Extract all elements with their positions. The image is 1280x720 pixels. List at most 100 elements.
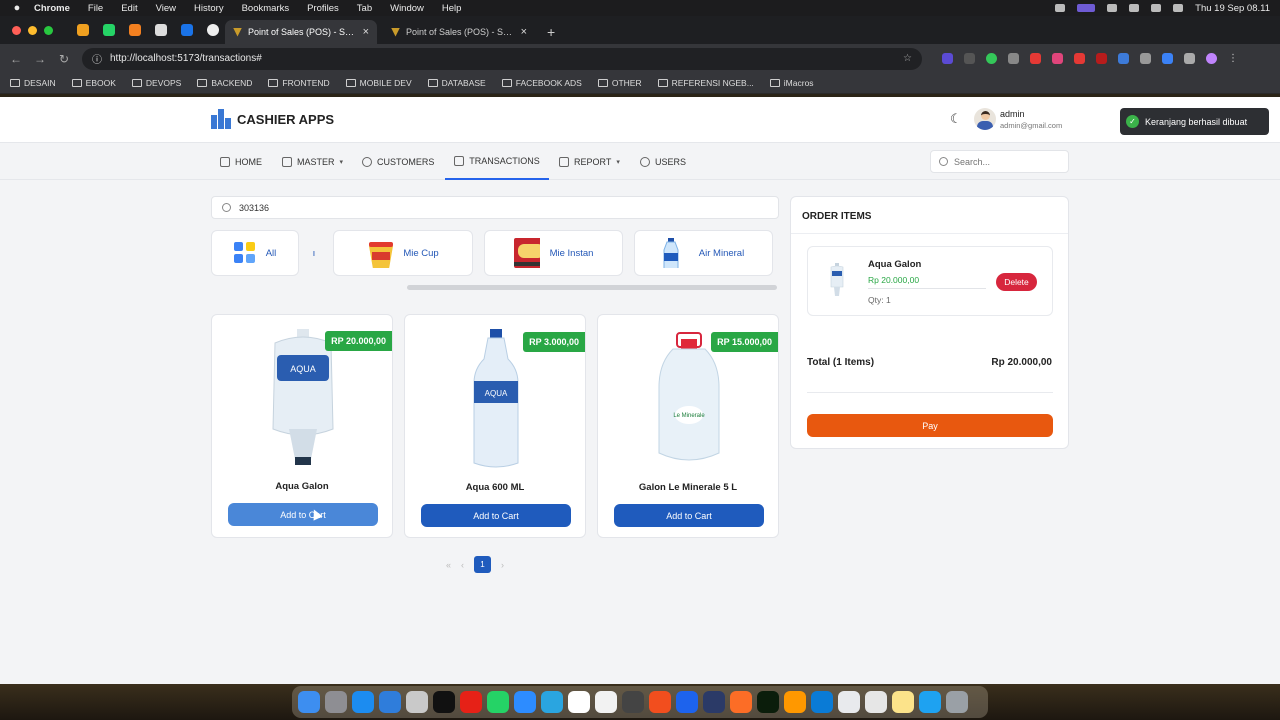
close-tab-icon[interactable]: × <box>363 26 369 38</box>
pinned-tab-analytics-icon[interactable] <box>77 24 89 36</box>
bookmark-folder[interactable]: EBOOK <box>71 78 116 88</box>
add-to-cart-button[interactable]: Add to Cart <box>421 504 571 527</box>
category-all[interactable]: All <box>211 230 299 276</box>
pinned-tab-cloudflare-icon[interactable] <box>129 24 141 36</box>
menu-app[interactable]: Chrome <box>34 3 70 14</box>
more-icon[interactable] <box>1107 4 1118 12</box>
app-logo[interactable]: CASHIER APPS <box>211 109 334 129</box>
chrome-icon[interactable] <box>838 691 860 713</box>
control-center-icon[interactable] <box>1173 4 1184 12</box>
apple-icon[interactable]: ● <box>0 2 34 14</box>
extension-icon[interactable] <box>964 53 975 64</box>
zoom-window-icon[interactable] <box>44 25 53 35</box>
menu-profiles[interactable]: Profiles <box>307 3 339 14</box>
textedit-icon[interactable] <box>865 691 887 713</box>
ublock-icon[interactable] <box>1096 53 1107 64</box>
category-partial[interactable]: ı <box>307 230 321 276</box>
extensions-puzzle-icon[interactable] <box>1184 53 1195 64</box>
bookmark-folder[interactable]: BACKEND <box>197 78 252 88</box>
forward-icon[interactable]: → <box>28 52 52 66</box>
sublime-icon[interactable] <box>784 691 806 713</box>
bookmark-folder[interactable]: iMacros <box>769 78 814 88</box>
vscode-icon[interactable] <box>811 691 833 713</box>
tab-pos-2[interactable]: Point of Sales (POS) - Santri × <box>383 20 535 44</box>
screen-icon[interactable] <box>1077 4 1096 12</box>
typora-icon[interactable] <box>595 691 617 713</box>
reload-icon[interactable]: ↻ <box>52 52 76 66</box>
app-store-icon[interactable] <box>352 691 374 713</box>
launchpad-icon[interactable] <box>325 691 347 713</box>
menu-edit[interactable]: Edit <box>121 3 137 14</box>
chrome-menu-icon[interactable]: ⋮ <box>1228 53 1239 64</box>
extension-icon[interactable] <box>1008 53 1019 64</box>
site-info-icon[interactable]: ⓘ <box>92 51 102 66</box>
minimize-window-icon[interactable] <box>28 25 37 35</box>
notes-icon[interactable] <box>892 691 914 713</box>
pay-button[interactable]: Pay <box>807 414 1053 437</box>
zoom-icon[interactable] <box>514 691 536 713</box>
profile-avatar-icon[interactable] <box>1206 53 1217 64</box>
menu-view[interactable]: View <box>156 3 176 14</box>
category-mie-cup[interactable]: Mie Cup <box>333 230 473 276</box>
prev-page-icon[interactable]: ‹ <box>461 560 464 570</box>
youtube-icon[interactable] <box>460 691 482 713</box>
adblock-icon[interactable] <box>1074 53 1085 64</box>
record-icon[interactable] <box>1055 4 1066 12</box>
preview-icon[interactable] <box>919 691 941 713</box>
menu-window[interactable]: Window <box>390 3 424 14</box>
nav-report[interactable]: REPORT ▾ <box>559 143 620 180</box>
tab-pos-active[interactable]: Point of Sales (POS) - Santri × <box>225 20 377 44</box>
avatar[interactable] <box>974 108 996 130</box>
notion-icon[interactable] <box>568 691 590 713</box>
nav-users[interactable]: USERS <box>640 143 686 180</box>
bookmark-folder[interactable]: OTHER <box>597 78 642 88</box>
bookmark-folder[interactable]: FACEBOOK ADS <box>501 78 582 88</box>
address-bar[interactable]: ⓘ http://localhost:5173/transactions# ☆ <box>82 47 922 70</box>
close-tab-icon[interactable]: × <box>521 26 527 38</box>
menu-bookmarks[interactable]: Bookmarks <box>242 3 290 14</box>
category-mie-instan[interactable]: Mie Instan <box>484 230 623 276</box>
pinned-tab-github-icon[interactable] <box>155 24 167 36</box>
docker-icon[interactable] <box>676 691 698 713</box>
bookmark-folder[interactable]: FRONTEND <box>268 78 330 88</box>
bookmark-star-icon[interactable]: ☆ <box>903 53 912 64</box>
menu-help[interactable]: Help <box>442 3 462 14</box>
search-icon[interactable] <box>1129 4 1140 12</box>
first-page-icon[interactable]: « <box>446 560 451 570</box>
category-air-mineral[interactable]: Air Mineral <box>634 230 773 276</box>
whatsapp-icon[interactable] <box>487 691 509 713</box>
extension-icon[interactable] <box>942 53 953 64</box>
telegram-icon[interactable] <box>541 691 563 713</box>
pinned-tab-circle-icon[interactable] <box>207 24 219 36</box>
trash-icon[interactable] <box>946 691 968 713</box>
safari-icon[interactable] <box>379 691 401 713</box>
bookmark-folder[interactable]: MOBILE DEV <box>345 78 412 88</box>
delete-button[interactable]: Delete <box>996 273 1037 291</box>
finder-icon[interactable] <box>298 691 320 713</box>
add-to-cart-button[interactable]: Add to Cart <box>228 503 378 526</box>
user-name[interactable]: admin <box>1000 109 1025 119</box>
page-1[interactable]: 1 <box>474 556 492 573</box>
figma-icon[interactable] <box>649 691 671 713</box>
pinned-tab-app-icon[interactable] <box>181 24 193 36</box>
clock[interactable]: Thu 19 Sep 08.11 <box>1195 3 1270 14</box>
next-page-icon[interactable]: › <box>501 560 504 570</box>
extension-icon[interactable] <box>1140 53 1151 64</box>
pages-icon[interactable] <box>406 691 428 713</box>
pinned-tab-whatsapp-icon[interactable] <box>103 24 115 36</box>
extension-icon[interactable] <box>1118 53 1129 64</box>
bookmark-folder[interactable]: REFERENSI NGEB... <box>657 78 754 88</box>
nav-home[interactable]: HOME <box>220 143 262 180</box>
extension-icon[interactable] <box>986 53 997 64</box>
menu-history[interactable]: History <box>194 3 224 14</box>
extension-icon[interactable] <box>1162 53 1173 64</box>
bookmark-folder[interactable]: DEVOPS <box>131 78 181 88</box>
wifi-icon[interactable] <box>1151 4 1162 12</box>
menu-file[interactable]: File <box>88 3 103 14</box>
add-to-cart-button[interactable]: Add to Cart <box>614 504 764 527</box>
barcode-input[interactable]: 303136 <box>211 196 779 219</box>
github-desktop-icon[interactable] <box>703 691 725 713</box>
inkscape-icon[interactable] <box>622 691 644 713</box>
back-icon[interactable]: ← <box>4 52 28 66</box>
search-input[interactable] <box>954 156 1054 167</box>
